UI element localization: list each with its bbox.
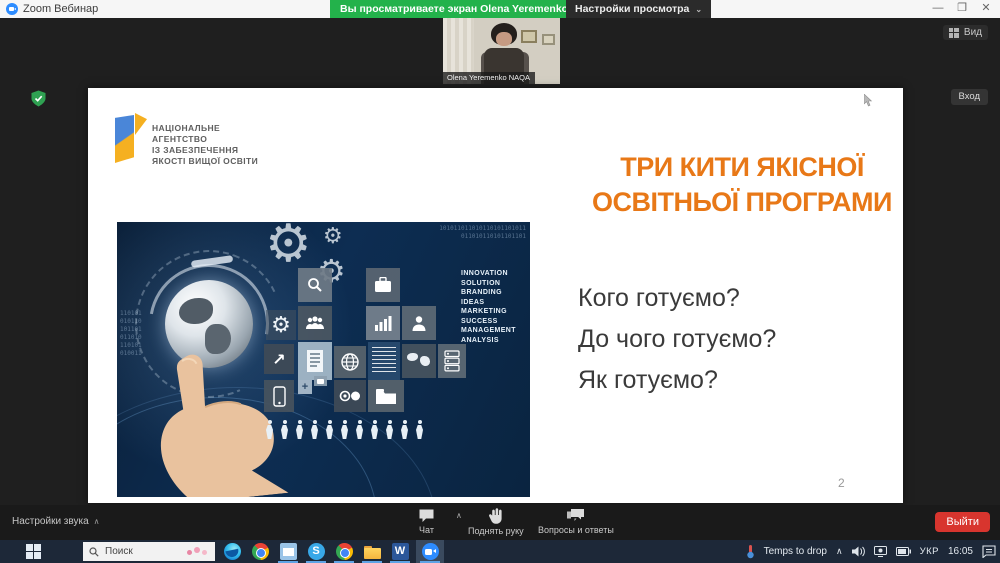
slide-question-list: Кого готуємо? До чого готуємо? Як готуєм… xyxy=(578,278,776,401)
speaker-face xyxy=(496,32,512,46)
gear-icon: ⚙ xyxy=(266,310,296,340)
participant-name-tag: Olena Yeremenko NAQA xyxy=(443,72,535,84)
wall-picture xyxy=(542,34,555,45)
text-tile xyxy=(368,342,400,380)
people-row-icon xyxy=(265,420,424,440)
document-list-icon xyxy=(298,342,332,380)
maximize-button[interactable]: ❐ xyxy=(952,0,972,18)
zoom-app-icon xyxy=(421,543,439,560)
naqa-logo xyxy=(115,113,147,163)
meeting-content-area: Olena Yeremenko NAQA Запись Вид Вход НАЦ… xyxy=(0,18,1000,505)
join-button[interactable]: Вход xyxy=(950,89,988,105)
speaker-icon[interactable] xyxy=(851,546,865,557)
qa-bubbles-icon xyxy=(567,509,585,521)
clock[interactable]: 16:05 xyxy=(948,546,973,557)
taskbar-app-skype[interactable]: S xyxy=(302,540,330,563)
start-button[interactable] xyxy=(26,544,41,559)
security-shield-icon[interactable] xyxy=(30,90,47,107)
taskbar-app-zoom[interactable] xyxy=(416,540,444,563)
gear-icon: ⚙ xyxy=(323,224,343,249)
server-icon xyxy=(438,344,466,378)
taskbar-app-chrome[interactable] xyxy=(246,540,274,563)
search-icon xyxy=(89,546,99,557)
taskbar-app-word[interactable]: W xyxy=(386,540,414,563)
chevron-up-icon: ∧ xyxy=(93,517,100,526)
search-placeholder: Поиск xyxy=(105,546,133,557)
action-center-icon[interactable] xyxy=(982,545,996,558)
minimize-button[interactable]: — xyxy=(928,0,948,18)
question-line: Кого готуємо? xyxy=(578,284,740,312)
slide-title: ТРИ КИТИ ЯКІСНОЇ ОСВІТНЬОЇ ПРОГРАМИ xyxy=(592,152,892,217)
naqa-logo-text: НАЦІОНАЛЬНЕ АГЕНТСТВО ІЗ ЗАБЕЗПЕЧЕННЯ ЯК… xyxy=(152,123,259,166)
system-tray: Temps to drop ∧ УКР 16:05 xyxy=(746,540,996,563)
skype-icon: S xyxy=(307,543,325,560)
growth-arrow-icon: ↗ xyxy=(264,344,294,374)
world-map-icon xyxy=(402,344,436,378)
question-line: Як готуємо? xyxy=(578,366,718,394)
audio-settings-button[interactable]: Настройки звука ∧ xyxy=(12,516,100,527)
window-title: Zoom Вебинар xyxy=(23,3,99,15)
window-title-bar: Zoom Вебинар Вы просматриваете экран Ole… xyxy=(0,0,1000,18)
smartphone-icon xyxy=(264,380,294,412)
close-button[interactable]: ✕ xyxy=(976,0,996,18)
blossom-decoration xyxy=(185,546,211,557)
question-line: До чого готуємо? xyxy=(578,325,777,353)
chat-options-caret[interactable]: ∧ xyxy=(456,511,462,520)
briefcase-icon xyxy=(366,268,400,302)
gear-icon: ⚙ xyxy=(265,222,312,274)
meeting-controls-bar: Настройки звука ∧ Чат ∧ Поднять руку Вопр… xyxy=(0,505,1000,540)
bar-chart-icon xyxy=(366,306,400,340)
slide-page-number: 2 xyxy=(838,476,845,490)
battery-icon[interactable] xyxy=(895,547,911,556)
view-mode-button[interactable]: Вид xyxy=(942,25,988,40)
binary-code-decoration: 101011011010110101101011 011010110101101… xyxy=(439,225,526,240)
hand-icon xyxy=(489,508,502,524)
folder-icon xyxy=(368,380,404,412)
taskbar-app-edge[interactable] xyxy=(218,540,246,563)
globe-grid-icon xyxy=(334,346,366,378)
mouse-cursor xyxy=(864,94,873,107)
chevron-down-icon: ⌄ xyxy=(695,5,703,14)
view-settings-button[interactable]: Настройки просмотра ⌄ xyxy=(566,0,712,18)
chat-bubble-icon xyxy=(419,509,434,522)
keyword-list: INNOVATION SOLUTION BRANDING IDEAS MARKE… xyxy=(461,270,516,344)
taskbar-app-chrome-2[interactable] xyxy=(330,540,358,563)
grid-view-icon xyxy=(948,27,959,38)
file-explorer-icon xyxy=(363,546,381,559)
team-icon xyxy=(298,306,332,340)
chat-button[interactable]: Чат xyxy=(418,508,435,535)
chrome-icon xyxy=(251,543,269,560)
search-icon xyxy=(298,268,332,302)
plus-tile: + xyxy=(298,380,312,394)
wall-picture xyxy=(521,30,537,43)
windows-taskbar: Поиск S W Temps to drop ∧ УКР 16:05 xyxy=(0,540,1000,563)
raise-hand-button[interactable]: Поднять руку xyxy=(468,508,524,536)
hidden-icons-caret[interactable]: ∧ xyxy=(836,546,843,557)
chrome-icon xyxy=(335,543,353,560)
presentation-slide: НАЦІОНАЛЬНЕ АГЕНТСТВО ІЗ ЗАБЕЗПЕЧЕННЯ ЯК… xyxy=(88,88,903,503)
weather-text[interactable]: Temps to drop xyxy=(764,546,827,557)
qa-button[interactable]: Вопросы и ответы xyxy=(538,508,614,535)
camera-tile xyxy=(314,376,327,386)
language-indicator[interactable]: УКР xyxy=(920,546,939,557)
thermometer-icon xyxy=(746,545,754,559)
taskbar-search-input[interactable]: Поиск xyxy=(83,542,215,561)
person-icon xyxy=(402,306,436,340)
edge-icon xyxy=(223,543,241,560)
taskbar-app-explorer[interactable] xyxy=(358,540,386,563)
leave-meeting-button[interactable]: Выйти xyxy=(935,512,990,532)
speaker-video-thumbnail[interactable]: Olena Yeremenko NAQA xyxy=(443,18,560,84)
mail-icon xyxy=(279,543,297,560)
screen-share-icon[interactable] xyxy=(873,546,887,557)
taskbar-app-mail[interactable] xyxy=(274,540,302,563)
settings-knobs-icon xyxy=(334,380,366,412)
zoom-app-icon xyxy=(6,3,18,15)
slide-stock-image: 101011011010110101101011 011010110101101… xyxy=(117,222,530,497)
word-icon: W xyxy=(391,543,409,560)
